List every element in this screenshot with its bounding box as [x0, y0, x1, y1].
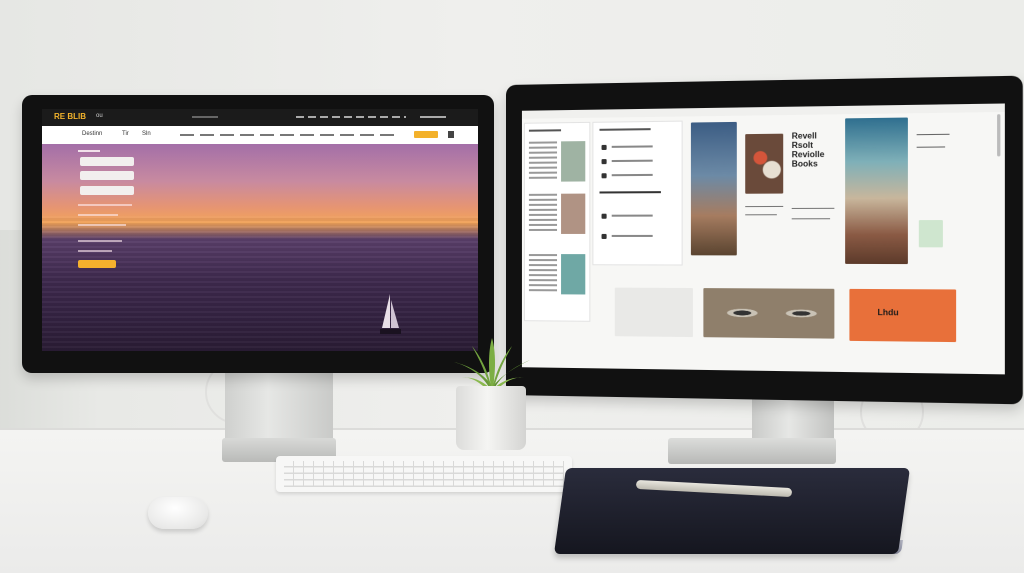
hero-banner	[42, 144, 478, 351]
list-icon	[601, 173, 607, 179]
card-image[interactable]	[745, 133, 784, 194]
right-monitor-screen: Revell Rsolt Reviolle Books Lhdu	[521, 103, 1005, 375]
list-item[interactable]	[611, 234, 653, 237]
topbar-link[interactable]: ou	[96, 113, 103, 119]
form-field[interactable]	[80, 171, 134, 180]
app-toolbar	[521, 103, 1005, 119]
desk-scene: RE BLIB ou Destinn Tir Sln Revell Rsolt …	[0, 0, 1024, 573]
card-text	[745, 205, 784, 208]
thumbnail[interactable]	[561, 193, 586, 234]
site-navbar: Destinn Tir Sln	[42, 126, 478, 144]
form-text	[78, 250, 112, 252]
form-text	[78, 224, 126, 226]
sidebar-title	[528, 129, 562, 132]
list-item[interactable]	[611, 214, 653, 217]
nav-cta-button[interactable]	[414, 131, 438, 138]
search-icon[interactable]	[448, 131, 454, 138]
poster-text: Lhdu	[877, 307, 899, 318]
sea-waves	[42, 216, 478, 351]
form-label	[78, 150, 100, 152]
sidebar-panel	[523, 121, 591, 322]
card-text	[916, 146, 946, 148]
left-monitor-stand	[225, 367, 333, 445]
form-text	[78, 204, 132, 206]
list-panel	[592, 120, 683, 266]
topbar-links[interactable]	[296, 116, 406, 118]
nav-item[interactable]: Tir	[122, 131, 129, 137]
sailboat-icon	[380, 294, 401, 334]
list-icon	[601, 159, 607, 165]
nav-item[interactable]: Destinn	[82, 131, 102, 137]
card-image[interactable]	[918, 220, 943, 248]
list-icon	[601, 144, 607, 151]
site-logo[interactable]: RE BLIB	[54, 112, 86, 121]
form-field[interactable]	[80, 157, 134, 166]
list-icon	[601, 213, 607, 219]
card-text	[791, 207, 835, 209]
thumbnail[interactable]	[528, 193, 558, 234]
form-field[interactable]	[80, 186, 134, 195]
card-text	[791, 218, 831, 220]
topbar-link[interactable]	[192, 116, 218, 118]
card-headline: Revell Rsolt Reviolle Books	[791, 131, 825, 169]
nav-links[interactable]	[180, 134, 400, 136]
thumbnail[interactable]	[561, 141, 586, 182]
list-item[interactable]	[611, 173, 653, 177]
left-monitor: RE BLIB ou Destinn Tir Sln	[22, 95, 494, 373]
form-text	[78, 214, 118, 216]
card-text	[916, 133, 950, 136]
topbar-link[interactable]	[420, 116, 446, 118]
card-image[interactable]	[703, 288, 835, 339]
form-text	[78, 240, 122, 242]
list-item[interactable]	[611, 159, 653, 163]
right-monitor-base	[668, 438, 836, 464]
card-image[interactable]	[614, 287, 693, 338]
right-monitor: Revell Rsolt Reviolle Books Lhdu	[506, 75, 1023, 405]
card-image[interactable]	[845, 117, 908, 265]
list-title	[599, 128, 651, 131]
left-monitor-screen: RE BLIB ou Destinn Tir Sln	[42, 109, 478, 351]
plant-pot	[456, 386, 526, 450]
scrollbar[interactable]	[997, 114, 1001, 157]
list-heading	[599, 191, 661, 194]
mouse-icon[interactable]	[148, 497, 208, 529]
thumbnail[interactable]	[528, 141, 558, 182]
hero-cta-button[interactable]	[78, 260, 116, 268]
card-text	[745, 214, 777, 216]
list-item[interactable]	[611, 145, 653, 148]
keyboard-icon[interactable]	[276, 456, 572, 492]
nav-item[interactable]: Sln	[142, 131, 151, 137]
site-topbar: RE BLIB ou	[42, 109, 478, 126]
card-image[interactable]	[690, 121, 737, 256]
list-icon	[601, 233, 607, 239]
thumbnail[interactable]	[528, 254, 558, 295]
thumbnail[interactable]	[561, 254, 586, 295]
keyboard-keys[interactable]	[284, 461, 564, 487]
poster-tile[interactable]: Lhdu	[849, 288, 957, 343]
tablet-icon[interactable]	[553, 468, 911, 554]
